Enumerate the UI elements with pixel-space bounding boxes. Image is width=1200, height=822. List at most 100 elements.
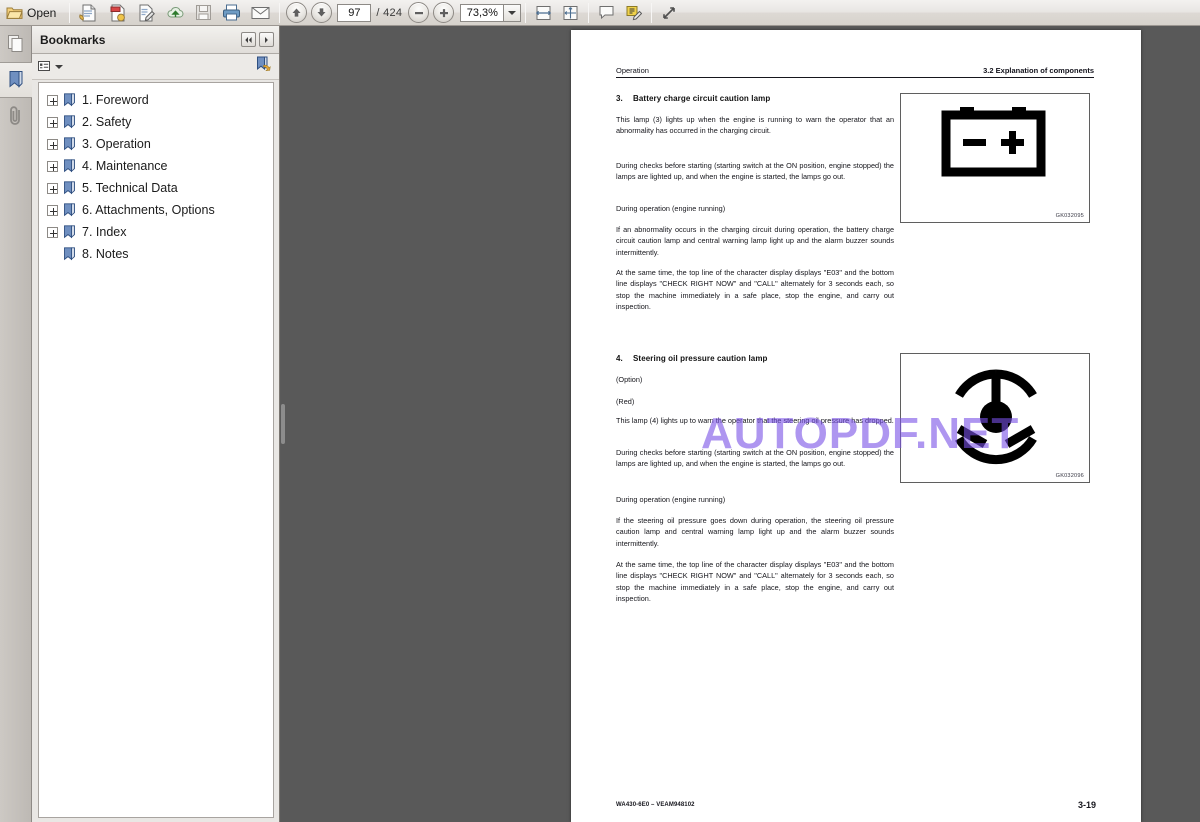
section-3-paragraph-3: During operation (engine running) (616, 204, 726, 213)
print-button[interactable] (218, 2, 245, 24)
section-4-figure: GK032096 (900, 353, 1090, 483)
bookmark-icon (64, 136, 75, 150)
bookmark-item[interactable]: 7. Index (47, 221, 273, 243)
section-3-paragraph-4: If an abnormality occurs in the charging… (616, 225, 894, 257)
arrow-down-icon (317, 8, 326, 17)
section-3-paragraph-1: This lamp (3) lights up when the engine … (616, 115, 894, 136)
combine-files-button[interactable] (104, 2, 131, 24)
section-3-paragraph-5: At the same time, the top line of the ch… (616, 268, 894, 312)
envelope-icon (251, 6, 270, 19)
toolbar-separator (651, 2, 653, 23)
bookmark-label: 7. Index (82, 225, 127, 239)
zoom-dropdown-button[interactable] (504, 3, 522, 22)
page-thumbnails-icon (8, 35, 23, 52)
bookmark-label: 4. Maintenance (82, 159, 168, 173)
expand-icon[interactable] (47, 182, 58, 194)
bookmarks-tree-container[interactable]: 1. Foreword 2. Safety 3. Operation 4. Ma… (38, 82, 274, 818)
printer-icon (223, 4, 241, 21)
list-options-icon (38, 60, 50, 71)
document-viewport[interactable]: Operation 3.2 Explanation of components … (281, 26, 1200, 822)
bookmark-label: 5. Technical Data (82, 181, 178, 195)
bookmark-icon (64, 158, 75, 172)
save-button[interactable] (191, 2, 216, 24)
section-3-figure-caption: GK032095 (1055, 213, 1084, 219)
toolbar-separator (588, 2, 590, 23)
section-4-title: Steering oil pressure caution lamp (633, 354, 768, 363)
bookmark-item[interactable]: 5. Technical Data (47, 177, 273, 199)
bookmark-options-button[interactable] (38, 60, 63, 73)
section-4-paragraph-3: During operation (engine running) (616, 495, 726, 504)
open-file-button[interactable]: Open (1, 2, 64, 24)
create-pdf-icon (79, 4, 96, 21)
expand-icon[interactable] (47, 94, 58, 106)
section-4-paragraph-option: (Option) (616, 375, 643, 384)
highlighter-icon (626, 5, 643, 20)
fullscreen-button[interactable] (657, 2, 682, 24)
comment-bubble-icon (599, 6, 614, 20)
plus-icon (439, 8, 448, 17)
bookmark-item[interactable]: 8. Notes (47, 243, 273, 265)
panel-resize-handle[interactable] (281, 404, 285, 444)
bookmark-item[interactable]: 2. Safety (47, 111, 273, 133)
chevron-right-icon (265, 36, 268, 43)
bookmarks-tab[interactable] (0, 62, 33, 98)
zoom-out-button[interactable] (408, 2, 430, 23)
fit-width-button[interactable] (531, 2, 556, 24)
bookmark-item[interactable]: 3. Operation (47, 133, 273, 155)
bookmark-item[interactable]: 6. Attachments, Options (47, 199, 273, 221)
bookmarks-panel-header: Bookmarks (32, 26, 279, 54)
bookmark-label: 8. Notes (82, 247, 129, 261)
bookmarks-panel: Bookmarks 1. Foreword 2. Safety 3. Opera… (32, 26, 280, 822)
highlight-text-button[interactable] (621, 2, 646, 24)
edit-pdf-button[interactable] (133, 2, 160, 24)
bookmark-item[interactable]: 4. Maintenance (47, 155, 273, 177)
panel-expand-button[interactable] (259, 32, 274, 47)
combine-files-icon (110, 4, 126, 21)
zoom-in-button[interactable] (433, 2, 455, 23)
page-thumbnails-tab[interactable] (0, 26, 32, 62)
bookmark-label: 3. Operation (82, 137, 151, 151)
steering-wheel-icon (955, 369, 1037, 465)
navigation-rail (0, 26, 33, 822)
double-chevron-left-icon (245, 36, 252, 43)
email-button[interactable] (247, 2, 274, 24)
section-4-number: 4. (616, 354, 623, 363)
expand-icon[interactable] (47, 138, 58, 150)
create-pdf-button[interactable] (75, 2, 102, 24)
bookmark-label: 6. Attachments, Options (82, 203, 215, 217)
new-bookmark-button[interactable] (255, 56, 271, 77)
section-3-number: 3. (616, 94, 623, 103)
add-comment-button[interactable] (594, 2, 619, 24)
expand-icon[interactable] (47, 226, 58, 238)
bookmark-icon (64, 202, 75, 216)
expand-icon[interactable] (47, 204, 58, 216)
battery-icon (941, 107, 1046, 177)
bookmark-icon (64, 92, 75, 106)
panel-collapse-button[interactable] (241, 32, 256, 47)
edit-pdf-icon (139, 4, 156, 21)
zoom-level-input[interactable]: 73,3% (460, 3, 505, 22)
expand-icon[interactable] (47, 116, 58, 128)
previous-page-button[interactable] (286, 2, 308, 23)
bookmark-icon (64, 180, 75, 194)
upload-cloud-button[interactable] (162, 2, 189, 24)
next-page-button[interactable] (311, 2, 333, 23)
page-number-input[interactable]: 97 (337, 3, 372, 22)
bookmark-item[interactable]: 1. Foreword (47, 89, 273, 111)
attachments-tab[interactable] (0, 98, 32, 134)
chevron-down-icon (508, 10, 517, 15)
expand-icon[interactable] (47, 160, 58, 172)
bookmark-label: 2. Safety (82, 115, 132, 129)
page-header: Operation 3.2 Explanation of components (616, 66, 1094, 78)
save-disk-icon (196, 5, 212, 20)
section-4-paragraph-5: At the same time, the top line of the ch… (616, 560, 894, 604)
section-3-figure: GK032095 (900, 93, 1090, 223)
main-toolbar: Open 97 / 424 73,3% (0, 0, 1200, 26)
page-total-label: / 424 (376, 6, 403, 19)
page-footer-right: 3-19 (1077, 800, 1096, 810)
section-3-title: Battery charge circuit caution lamp (633, 94, 771, 103)
bookmarks-toolbar (32, 54, 279, 80)
toolbar-separator (525, 2, 527, 23)
fit-page-button[interactable] (558, 2, 583, 24)
section-4-paragraph-4: If the steering oil pressure goes down d… (616, 516, 894, 548)
